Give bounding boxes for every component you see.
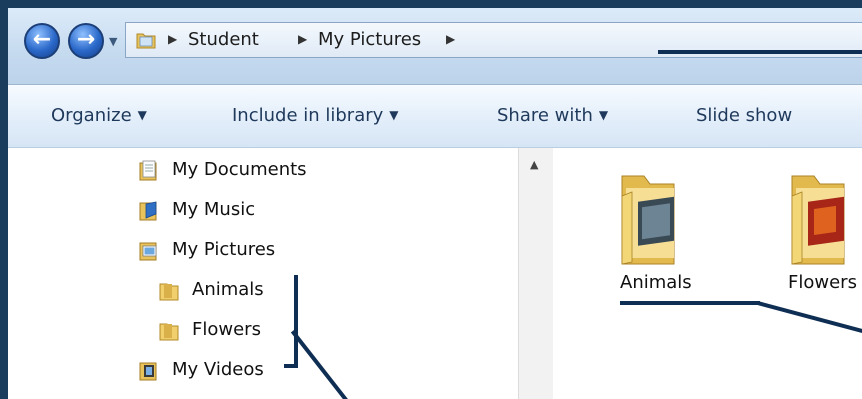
folder-flowers-icon (791, 175, 845, 265)
tree-item-label: My Videos (172, 359, 264, 380)
recent-pages-dropdown[interactable]: ▼ (109, 35, 117, 48)
breadcrumb-arrow-icon[interactable]: ▶ (298, 32, 307, 46)
breadcrumb-my-pictures[interactable]: My Pictures (318, 29, 421, 50)
tree-item-label: My Pictures (172, 239, 276, 260)
content-folder-flowers[interactable]: Flowers (778, 158, 862, 293)
folder-icon (136, 33, 156, 49)
folder-animals-icon (621, 175, 675, 265)
folder-icon (159, 323, 179, 341)
breadcrumb-arrow-icon[interactable]: ▶ (168, 32, 177, 46)
videos-library-icon (139, 362, 157, 381)
documents-library-icon (139, 160, 157, 181)
content-folder-label: Animals (620, 272, 692, 293)
breadcrumb-arrow-icon[interactable]: ▶ (446, 32, 455, 46)
chevron-down-icon: ▼ (598, 108, 609, 122)
tree-item-label: Animals (192, 279, 264, 300)
explorer-window: ← → ▼ ▶ Student ▶ My Pictures ▶ Organize… (8, 8, 862, 399)
content-pane: Animals Flowers (553, 148, 862, 399)
scroll-up-arrow-icon[interactable]: ▲ (530, 158, 538, 171)
navigation-pane: My Documents My Music My Pictures Animal… (8, 148, 518, 399)
forward-button[interactable]: → (68, 23, 104, 59)
include-in-library-label: Include in library (232, 105, 384, 126)
tree-item-label: My Documents (172, 159, 307, 180)
pictures-library-icon (139, 242, 157, 261)
chevron-down-icon: ▼ (109, 35, 118, 48)
include-in-library-button[interactable]: Include in library ▼ (232, 105, 399, 126)
annotation-line-address (658, 50, 862, 54)
annotation-underline-content (620, 301, 760, 305)
music-library-icon (139, 201, 157, 221)
slide-show-label: Slide show (696, 105, 793, 126)
organize-button[interactable]: Organize ▼ (51, 105, 147, 126)
chevron-down-icon: ▼ (389, 108, 399, 122)
back-button[interactable]: ← (24, 23, 60, 59)
annotation-bracket-tick (284, 364, 298, 368)
breadcrumb-student[interactable]: Student (188, 29, 259, 50)
tree-item-label: Flowers (192, 319, 261, 340)
navigation-pane-scrollbar[interactable]: ▲ (518, 148, 554, 399)
share-with-button[interactable]: Share with ▼ (497, 105, 608, 126)
tree-item-label: My Music (172, 199, 256, 220)
folder-icon (159, 283, 179, 301)
annotation-bracket-tree (294, 275, 298, 367)
slide-show-button[interactable]: Slide show (696, 105, 792, 126)
share-with-label: Share with (497, 105, 593, 126)
content-folder-animals[interactable]: Animals (608, 158, 728, 293)
chevron-down-icon: ▼ (137, 108, 147, 122)
forward-arrow-icon: → (76, 27, 96, 52)
command-toolbar: Organize ▼ Include in library ▼ Share with… (8, 85, 862, 148)
organize-label: Organize (51, 105, 132, 126)
back-arrow-icon: ← (32, 27, 52, 52)
content-folder-label: Flowers (788, 272, 857, 293)
navigation-bar: ← → ▼ ▶ Student ▶ My Pictures ▶ (8, 8, 862, 85)
